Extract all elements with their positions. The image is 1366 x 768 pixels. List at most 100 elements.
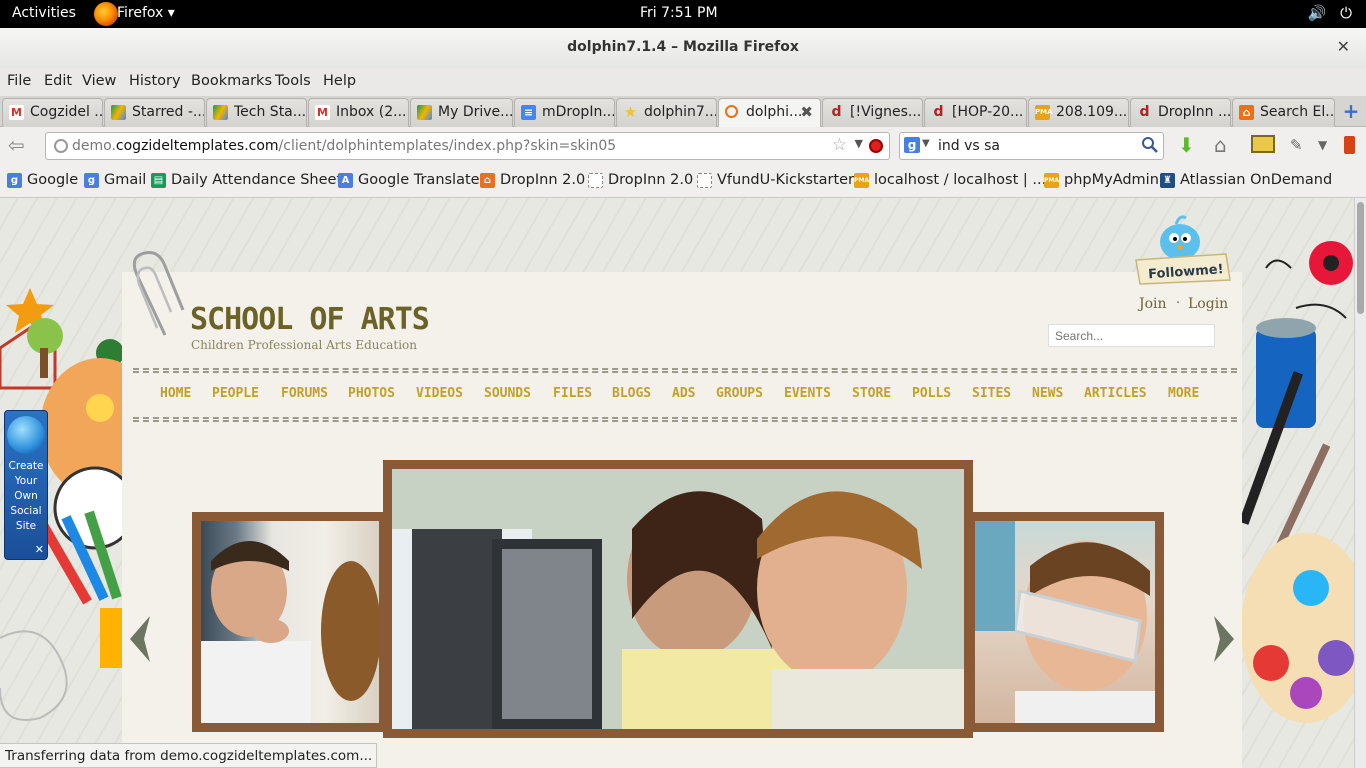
nav-forums[interactable]: FORUMS [281,386,328,401]
nav-news[interactable]: NEWS [1032,386,1063,401]
bookmark-label: localhost / localhost | ... [874,172,1047,188]
nav-videos[interactable]: VIDEOS [416,386,463,401]
tab[interactable]: Starred -... [104,98,205,127]
bookmark-item[interactable]: ⌂ DropInn 2.0 [480,172,585,188]
addon-icon[interactable] [1344,136,1355,154]
bookmark-label: Google Translate [358,172,480,188]
chevron-down-icon[interactable]: ▼ [1318,138,1327,152]
menu-help[interactable]: Help [323,73,356,89]
close-icon[interactable]: ✕ [35,542,44,557]
tab[interactable]: M Cogzidel ... [2,98,103,127]
nav-store[interactable]: STORE [852,386,891,401]
join-link[interactable]: Join [1139,296,1167,312]
power-icon[interactable]: ⏻ [1340,4,1352,22]
tab-active[interactable]: dolphi... ✖ [718,98,821,128]
bookmark-item[interactable]: PMA phpMyAdmin [1044,172,1159,188]
nav-files[interactable]: FILES [553,386,592,401]
tab-label: Starred -... [132,104,205,120]
url-bar[interactable]: demo.cogzideltemplates.com/client/dolphi… [45,132,890,160]
tab-label: 208.109.... [1056,104,1129,120]
window-titlebar: dolphin7.1.4 – Mozilla Firefox ✕ [0,28,1366,68]
tab[interactable]: Tech Sta... [206,98,307,127]
app-menu[interactable]: Firefox ▾ [117,5,175,21]
slider-previous-arrow-icon[interactable] [130,616,152,662]
nav-photos[interactable]: PHOTOS [348,386,395,401]
menu-tools[interactable]: Tools [275,73,311,89]
nav-events[interactable]: EVENTS [784,386,831,401]
chevron-down-icon[interactable]: ▼ [922,138,930,149]
scrollbar-thumb[interactable] [1357,202,1364,314]
new-tab-button[interactable]: + [1338,98,1364,126]
app-icon: d [831,104,842,120]
tab-label: My Drive... [438,104,513,120]
search-icon[interactable] [1141,136,1159,154]
bookmark-item[interactable]: ▤ Daily Attendance Sheet [151,172,342,188]
tab[interactable]: ⌂ Search El... [1232,98,1335,127]
slide-image-main[interactable] [383,460,973,738]
tab[interactable]: M Inbox (2... [308,98,409,127]
tab[interactable]: PMA 208.109.... [1028,98,1129,127]
nav-home[interactable]: HOME [160,386,191,401]
gmail-icon: M [9,105,24,120]
menu-history[interactable]: History [129,73,181,89]
chevron-down-icon[interactable]: ▼ [855,137,863,150]
create-social-site-widget[interactable]: Create Your Own Social Site ✕ [4,410,48,560]
nav-groups[interactable]: GROUPS [716,386,763,401]
tab[interactable]: ★ dolphin7.... [616,98,717,127]
close-tab-icon[interactable]: ✖ [800,103,813,121]
bookmark-item[interactable]: g Gmail [84,172,146,188]
close-window-icon[interactable]: ✕ [1337,28,1350,66]
slider-next-arrow-icon[interactable] [1212,616,1234,662]
vertical-scrollbar[interactable] [1354,198,1366,768]
google-icon[interactable]: g [904,137,920,153]
tab[interactable]: ≡ mDropIn... [514,98,615,127]
bookmark-star-icon[interactable]: ☆ [832,135,847,155]
menu-file[interactable]: File [7,73,31,89]
slide-image-right[interactable] [966,512,1164,732]
bookmark-item[interactable]: PMA localhost / localhost | ... [854,172,1046,188]
menu-bar: File Edit View History Bookmarks Tools H… [0,68,1366,96]
back-arrow-icon[interactable]: ⇦ [8,133,25,157]
volume-icon[interactable]: 🔊 [1307,4,1326,22]
activities-button[interactable]: Activities [12,5,76,21]
download-arrow-icon[interactable]: ⬇ [1178,133,1195,157]
nav-polls[interactable]: POLLS [912,386,951,401]
nav-ads[interactable]: ADS [672,386,695,401]
nav-articles[interactable]: ARTICLES [1084,386,1147,401]
menu-view[interactable]: View [82,73,116,89]
drive-icon [417,105,432,120]
star-icon: ★ [623,103,638,121]
bookmark-item[interactable]: g Google [7,172,78,188]
extension-icon[interactable]: ✎ [1290,136,1303,154]
tab[interactable]: d [HOP-20... [924,98,1027,127]
home-icon[interactable]: ⌂ [1214,133,1227,157]
site-logo-title[interactable]: SCHOOL OF ARTS [190,302,430,337]
docs-icon: ≡ [521,105,536,120]
bookmark-item[interactable]: DropInn 2.0 [588,172,693,188]
menu-bookmarks[interactable]: Bookmarks [191,73,272,89]
site-search-input[interactable] [1048,324,1215,347]
nav-more[interactable]: MORE [1168,386,1199,401]
page-viewport: SCHOOL OF ARTS Children Professional Art… [0,198,1354,768]
tab[interactable]: d DropInn ... [1130,98,1231,127]
tab[interactable]: My Drive... [410,98,513,127]
tab-label: [!Vignes... [850,104,922,120]
menu-edit[interactable]: Edit [44,73,72,89]
bookmark-item[interactable]: ♜ Atlassian OnDemand [1160,172,1332,188]
nav-people[interactable]: PEOPLE [212,386,259,401]
nav-sites[interactable]: SITES [972,386,1011,401]
nav-sounds[interactable]: SOUNDS [484,386,531,401]
slide-image-left[interactable] [192,512,388,732]
divider [133,368,1237,373]
bookmark-item[interactable]: A Google Translate [338,172,480,188]
bookmark-item[interactable]: VfundU-Kickstarter [697,172,854,188]
search-bar[interactable]: g ▼ ind vs sa [899,132,1164,160]
nav-blogs[interactable]: BLOGS [612,386,651,401]
bookmark-label: Google [27,172,79,188]
stop-icon[interactable] [869,139,883,153]
clock[interactable]: Fri 7:51 PM [640,5,718,21]
login-link[interactable]: Login [1188,296,1228,312]
tab[interactable]: d [!Vignes... [822,98,923,127]
ruler-icon[interactable] [1251,135,1275,153]
follow-me-badge[interactable]: Followme! [1134,214,1232,288]
